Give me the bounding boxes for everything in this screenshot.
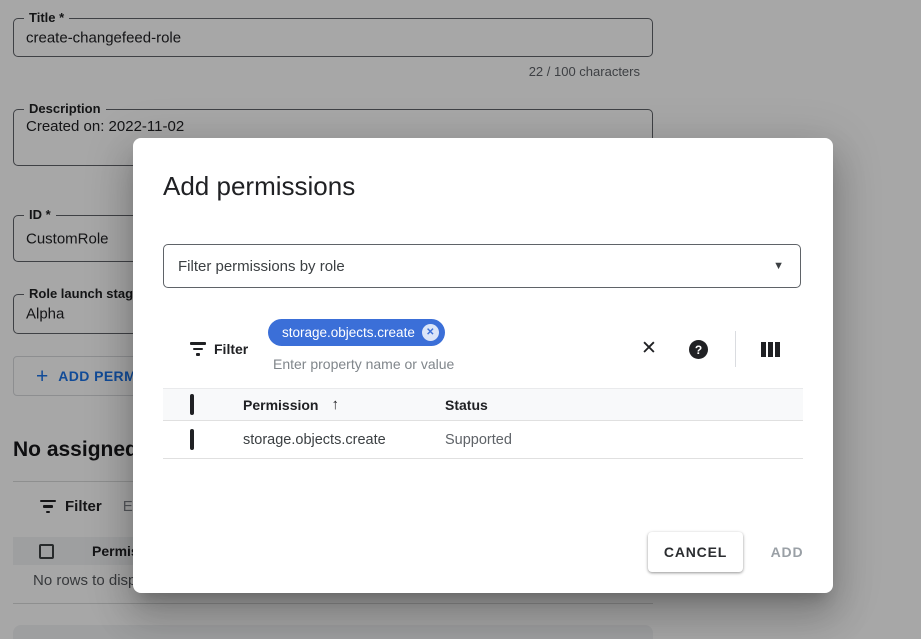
filter-by-role-placeholder: Filter permissions by role <box>178 258 773 275</box>
filter-input[interactable] <box>273 352 603 376</box>
toolbar-divider <box>735 331 736 367</box>
dialog-title: Add permissions <box>163 171 355 202</box>
row-permission: storage.objects.create <box>243 432 445 448</box>
filter-chip-label: storage.objects.create <box>282 325 415 340</box>
filter-chip[interactable]: storage.objects.create ✕ <box>268 319 445 346</box>
add-button[interactable]: ADD <box>758 532 816 572</box>
filter-by-role-select[interactable]: Filter permissions by role ▼ <box>163 244 801 288</box>
clear-filters-icon[interactable]: ✕ <box>636 336 662 362</box>
row-checkbox[interactable] <box>190 429 194 450</box>
cancel-button[interactable]: CANCEL <box>648 532 743 572</box>
chip-close-icon[interactable]: ✕ <box>422 324 439 341</box>
chevron-down-icon: ▼ <box>773 260 784 272</box>
permission-column-header[interactable]: Permission <box>243 397 318 413</box>
filter-icon <box>190 342 206 356</box>
row-status: Supported <box>445 432 803 448</box>
create-role-page: Title * create-changefeed-role 22 / 100 … <box>0 0 921 639</box>
table-header-row: Permission ↑ Status <box>163 388 803 421</box>
sort-ascending-icon[interactable]: ↑ <box>331 396 339 413</box>
permissions-table: Permission ↑ Status storage.objects.crea… <box>163 388 803 459</box>
select-all-checkbox[interactable] <box>190 394 194 415</box>
status-column-header[interactable]: Status <box>445 397 803 413</box>
add-permissions-dialog: Add permissions Filter permissions by ro… <box>133 138 833 593</box>
filter-label: Filter <box>214 341 248 357</box>
help-icon[interactable]: ? <box>689 340 708 359</box>
table-row[interactable]: storage.objects.create Supported <box>163 421 803 459</box>
columns-icon[interactable] <box>761 342 780 357</box>
